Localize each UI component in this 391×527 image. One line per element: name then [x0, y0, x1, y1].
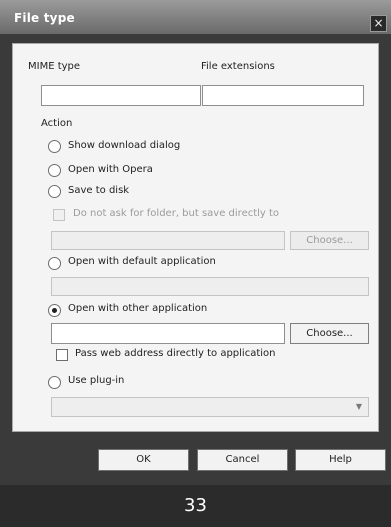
close-icon[interactable]: × — [370, 15, 387, 32]
cancel-button[interactable]: Cancel — [197, 449, 288, 471]
radio-open-default-application[interactable] — [48, 257, 61, 270]
help-button[interactable]: Help — [295, 449, 386, 471]
open-with-opera-label: Open with Opera — [68, 164, 153, 175]
chevron-down-icon: ▼ — [355, 402, 363, 411]
do-not-ask-label: Do not ask for folder, but save directly… — [73, 208, 280, 219]
default-application-field[interactable] — [51, 277, 369, 296]
file-type-dialog: File type × MIME type File extensions Ac… — [0, 0, 391, 485]
other-application-field[interactable] — [51, 323, 285, 344]
plugin-select[interactable]: ▼ — [51, 397, 369, 417]
ok-button[interactable]: OK — [98, 449, 189, 471]
radio-show-download-dialog[interactable] — [48, 140, 61, 153]
file-extensions-label: File extensions — [201, 61, 275, 72]
open-default-application-label: Open with default application — [68, 256, 216, 267]
choose-application-button[interactable]: Choose... — [290, 323, 369, 344]
open-other-application-label: Open with other application — [68, 303, 208, 314]
show-download-dialog-label: Show download dialog — [68, 140, 181, 151]
page-number: 33 — [0, 485, 391, 527]
save-folder-field[interactable] — [51, 231, 285, 250]
save-to-disk-label: Save to disk — [68, 185, 130, 196]
mime-type-label: MIME type — [28, 61, 81, 72]
radio-use-plugin[interactable] — [48, 376, 61, 389]
radio-open-with-opera[interactable] — [48, 164, 61, 177]
choose-folder-button[interactable]: Choose... — [290, 231, 369, 250]
radio-open-other-application[interactable] — [48, 304, 61, 317]
mime-type-field[interactable] — [41, 85, 201, 106]
checkbox-do-not-ask[interactable] — [53, 209, 65, 221]
radio-save-to-disk[interactable] — [48, 185, 61, 198]
settings-panel: MIME type File extensions Action Show do… — [12, 43, 379, 432]
dialog-title: File type — [14, 11, 75, 25]
use-plugin-label: Use plug-in — [68, 375, 125, 386]
title-bar[interactable]: File type × — [0, 0, 391, 34]
pass-web-address-label: Pass web address directly to application — [75, 348, 276, 359]
action-heading: Action — [41, 118, 73, 129]
file-extensions-field[interactable] — [202, 85, 364, 106]
checkbox-pass-web-address[interactable] — [56, 349, 68, 361]
